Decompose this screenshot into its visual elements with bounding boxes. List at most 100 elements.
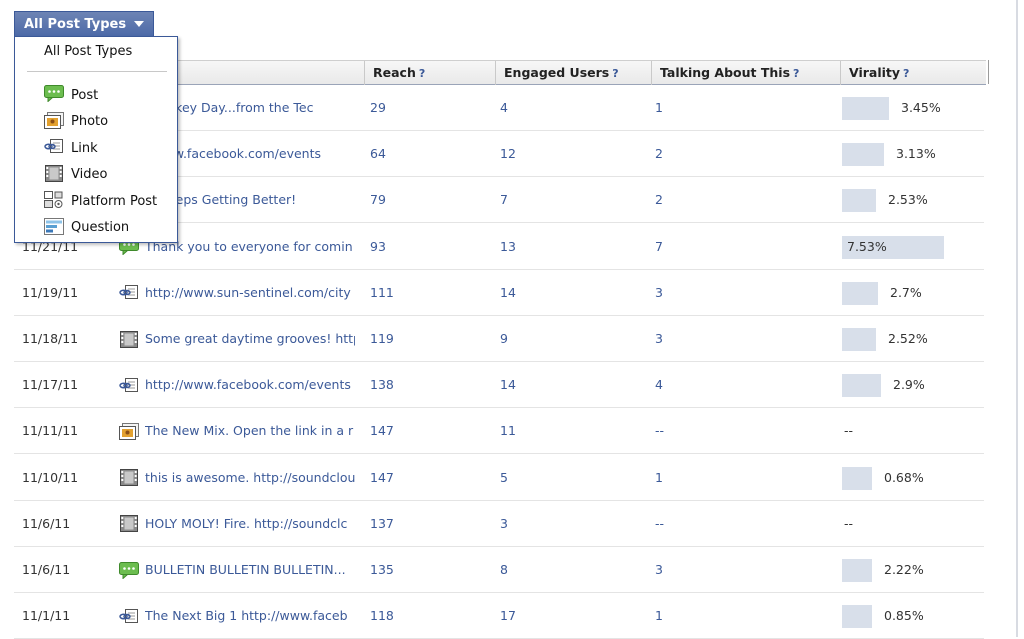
engaged-users-value[interactable]: 4 (500, 85, 640, 131)
dropdown-item-video[interactable]: Video (15, 162, 177, 188)
virality-value: 0.68% (884, 469, 924, 485)
table-row: 11/10/11 this is awesome. http://soundclo… (14, 455, 984, 501)
virality-cell: 7.53% (842, 224, 982, 270)
virality-value: 2.7% (890, 284, 922, 300)
engaged-users-value[interactable]: 11 (500, 408, 640, 454)
reach-value[interactable]: 147 (370, 408, 490, 454)
column-virality-label: Virality (849, 65, 901, 80)
virality-cell: -- (842, 408, 982, 454)
dropdown-item-photo[interactable]: Photo (15, 109, 177, 135)
video-icon (118, 316, 140, 362)
virality-help-icon[interactable]: ? (903, 67, 909, 80)
table-row: 11/19/11 http://www.sun-sentinel.com/city… (14, 270, 984, 316)
post-date: 11/10/11 (22, 469, 79, 485)
virality-cell: 2.9% (842, 362, 982, 408)
dropdown-item-label: Photo (71, 114, 109, 129)
virality-value: 3.45% (901, 100, 941, 115)
engaged-users-value[interactable]: 3 (500, 501, 640, 547)
reach-value[interactable]: 137 (370, 501, 490, 547)
engaged-users-value[interactable]: 13 (500, 224, 640, 270)
virality-value: 2.53% (888, 192, 928, 208)
virality-value: 2.9% (893, 377, 925, 393)
talking-about-value[interactable]: 3 (655, 547, 825, 593)
virality-cell: 3.45% (842, 85, 982, 131)
engaged-users-help-icon[interactable]: ? (612, 67, 618, 80)
dropdown-item-label: Video (71, 167, 108, 182)
reach-value[interactable]: 118 (370, 593, 490, 639)
dropdown-item-question[interactable]: Question (15, 215, 177, 241)
talking-about-value[interactable]: 3 (655, 316, 825, 362)
post-date: 11/17/11 (22, 377, 79, 393)
virality-cell: 2.7% (842, 270, 982, 316)
column-engaged-users[interactable]: Engaged Users? (495, 61, 653, 85)
engaged-users-value[interactable]: 14 (500, 362, 640, 408)
virality-value: 2.52% (888, 331, 928, 346)
question-icon (44, 217, 64, 235)
reach-value[interactable]: 93 (370, 224, 490, 270)
talking-about-value[interactable]: -- (655, 408, 825, 454)
reach-value[interactable]: 147 (370, 455, 490, 501)
post-message-link[interactable]: HOLY MOLY! Fire. http://soundclc (145, 501, 355, 547)
column-virality[interactable]: Virality? (840, 61, 986, 85)
virality-cell: -- (842, 501, 982, 547)
post-icon (44, 85, 64, 102)
engaged-users-value[interactable]: 17 (500, 593, 640, 639)
column-reach[interactable]: Reach? (364, 61, 495, 85)
engaged-users-value[interactable]: 14 (500, 270, 640, 316)
talking-about-value[interactable]: 1 (655, 593, 825, 639)
engaged-users-value[interactable]: 8 (500, 547, 640, 593)
post-message-link[interactable]: this is awesome. http://soundclou (145, 455, 355, 501)
virality-bar (842, 605, 872, 629)
engaged-users-value[interactable]: 12 (500, 131, 640, 177)
reach-help-icon[interactable]: ? (419, 67, 425, 80)
photo-icon (118, 408, 140, 454)
post-message-link[interactable]: http://www.facebook.com/events (145, 362, 355, 408)
reach-value[interactable]: 64 (370, 131, 490, 177)
photo-icon (44, 111, 64, 129)
dropdown-item-link[interactable]: Link (15, 135, 177, 161)
talking-about-value[interactable]: 2 (655, 131, 825, 177)
filter-label: All Post Types (24, 16, 127, 32)
virality-cell: 2.52% (842, 316, 982, 362)
engaged-users-value[interactable]: 9 (500, 316, 640, 362)
column-talking-about-this[interactable]: Talking About This? (651, 61, 840, 85)
table-row: 11/18/11 Some great daytime grooves! http… (14, 316, 984, 362)
virality-cell: 2.22% (842, 547, 982, 593)
virality-value: 3.13% (896, 146, 936, 162)
talking-about-value[interactable]: 3 (655, 270, 825, 316)
engaged-users-value[interactable]: 5 (500, 455, 640, 501)
talking-help-icon[interactable]: ? (793, 67, 799, 80)
post-message-link[interactable]: http://www.sun-sentinel.com/city (145, 270, 355, 316)
reach-value[interactable]: 29 (370, 85, 490, 131)
talking-about-value[interactable]: 7 (655, 224, 825, 270)
table-row: 11/17/11 http://www.facebook.com/events 13… (14, 362, 984, 409)
reach-value[interactable]: 135 (370, 547, 490, 593)
video-icon (118, 501, 140, 547)
post-message-link[interactable]: BULLETIN BULLETIN BULLETIN... (145, 547, 355, 593)
post-message-link[interactable]: The New Mix. Open the link in a r (145, 408, 355, 454)
reach-value[interactable]: 79 (370, 177, 490, 223)
column-reach-label: Reach (373, 65, 416, 80)
talking-about-value[interactable]: 2 (655, 177, 825, 223)
talking-about-value[interactable]: -- (655, 501, 825, 547)
post-message-link[interactable]: Some great daytime grooves! http (145, 316, 355, 362)
post-message-link[interactable]: The Next Big 1 http://www.faceb (145, 593, 355, 639)
dropdown-item-post[interactable]: Post (15, 82, 177, 108)
talking-about-value[interactable]: 1 (655, 85, 825, 131)
post-type-filter-button[interactable]: All Post Types (14, 11, 154, 37)
reach-value[interactable]: 111 (370, 270, 490, 316)
reach-value[interactable]: 119 (370, 316, 490, 362)
virality-value: 7.53% (847, 238, 887, 254)
reach-value[interactable]: 138 (370, 362, 490, 408)
dropdown-item-platform-post[interactable]: Platform Post (15, 188, 177, 214)
dropdown-item-label: Question (71, 220, 130, 235)
caret-down-icon (134, 21, 145, 27)
engaged-users-value[interactable]: 7 (500, 177, 640, 223)
talking-about-value[interactable]: 1 (655, 455, 825, 501)
dropdown-divider (27, 71, 167, 72)
talking-about-value[interactable]: 4 (655, 362, 825, 408)
table-row: 11/11/11 The New Mix. Open the link in a … (14, 408, 984, 455)
dropdown-item-all[interactable]: All Post Types (15, 37, 177, 67)
virality-bar (842, 374, 881, 398)
virality-bar (842, 559, 872, 582)
